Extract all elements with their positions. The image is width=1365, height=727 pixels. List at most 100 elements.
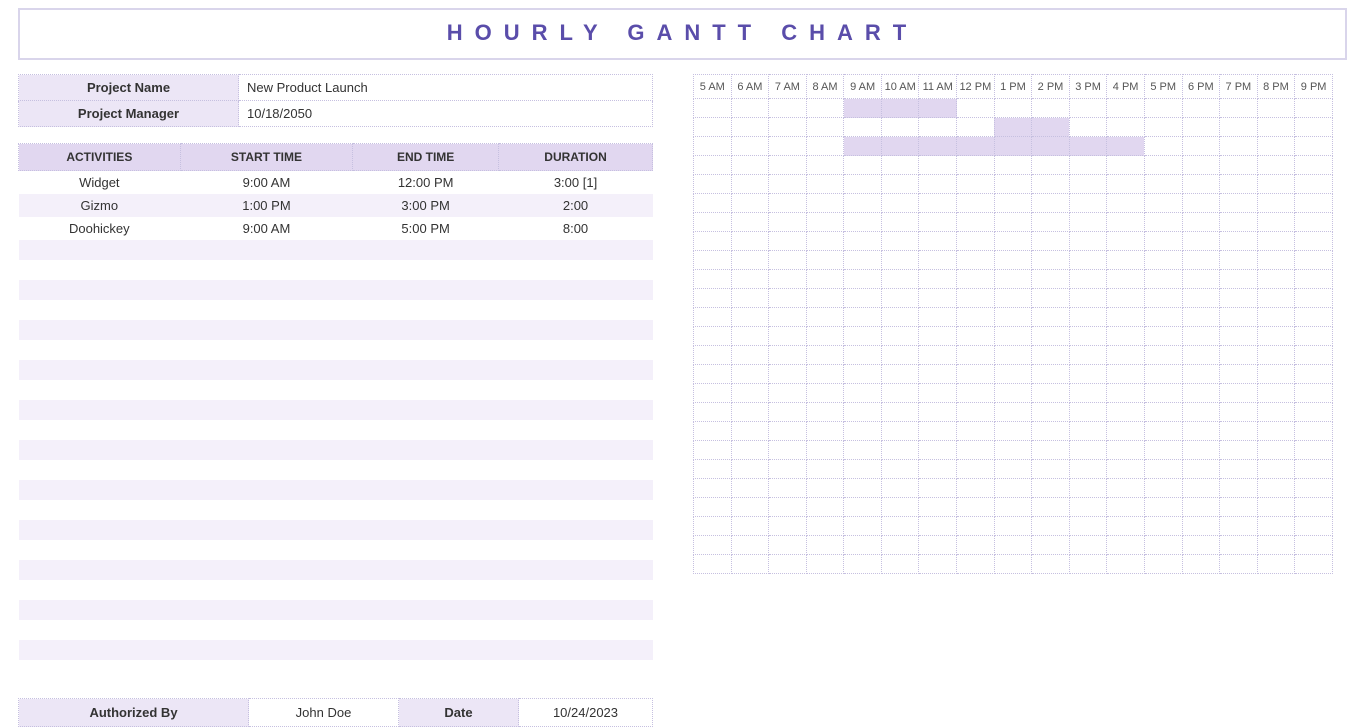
gantt-cell[interactable] bbox=[994, 460, 1032, 479]
gantt-cell[interactable] bbox=[919, 536, 957, 555]
gantt-cell[interactable] bbox=[919, 479, 957, 498]
gantt-cell[interactable] bbox=[919, 365, 957, 384]
activity-cell-end[interactable] bbox=[353, 640, 499, 660]
gantt-cell[interactable] bbox=[769, 384, 807, 403]
gantt-cell[interactable] bbox=[1295, 251, 1333, 270]
activity-cell-start[interactable] bbox=[180, 540, 353, 560]
gantt-cell[interactable] bbox=[994, 156, 1032, 175]
activity-cell-name[interactable] bbox=[19, 260, 181, 280]
gantt-cell[interactable] bbox=[994, 251, 1032, 270]
activity-cell-name[interactable]: Gizmo bbox=[19, 194, 181, 217]
gantt-cell[interactable] bbox=[1295, 327, 1333, 346]
gantt-cell[interactable] bbox=[1257, 498, 1295, 517]
gantt-cell[interactable] bbox=[1295, 270, 1333, 289]
gantt-cell[interactable] bbox=[731, 498, 769, 517]
gantt-cell[interactable] bbox=[957, 289, 995, 308]
gantt-cell[interactable] bbox=[769, 99, 807, 118]
gantt-cell[interactable] bbox=[1182, 270, 1220, 289]
gantt-cell[interactable] bbox=[731, 270, 769, 289]
gantt-cell[interactable] bbox=[919, 289, 957, 308]
activity-cell-duration[interactable] bbox=[499, 600, 653, 620]
gantt-cell[interactable] bbox=[769, 213, 807, 232]
activity-cell-end[interactable] bbox=[353, 420, 499, 440]
gantt-cell[interactable] bbox=[1107, 536, 1145, 555]
gantt-cell[interactable] bbox=[1069, 118, 1107, 137]
gantt-cell[interactable] bbox=[1295, 175, 1333, 194]
activity-cell-duration[interactable]: 3:00 [1] bbox=[499, 171, 653, 195]
activity-cell-start[interactable] bbox=[180, 620, 353, 640]
gantt-cell[interactable] bbox=[806, 137, 844, 156]
gantt-cell[interactable] bbox=[1295, 137, 1333, 156]
gantt-cell[interactable] bbox=[1257, 289, 1295, 308]
gantt-cell[interactable] bbox=[1220, 365, 1258, 384]
gantt-cell[interactable] bbox=[1069, 99, 1107, 118]
gantt-cell[interactable] bbox=[694, 441, 732, 460]
gantt-cell[interactable] bbox=[881, 498, 919, 517]
gantt-cell[interactable] bbox=[994, 403, 1032, 422]
gantt-cell[interactable] bbox=[919, 441, 957, 460]
gantt-cell[interactable] bbox=[844, 251, 882, 270]
gantt-cell[interactable] bbox=[1144, 118, 1182, 137]
gantt-cell[interactable] bbox=[806, 479, 844, 498]
gantt-cell[interactable] bbox=[1032, 270, 1070, 289]
gantt-cell[interactable] bbox=[994, 213, 1032, 232]
activity-cell-end[interactable]: 3:00 PM bbox=[353, 194, 499, 217]
activity-cell-end[interactable] bbox=[353, 400, 499, 420]
gantt-cell[interactable] bbox=[957, 327, 995, 346]
gantt-cell[interactable] bbox=[919, 384, 957, 403]
activity-cell-start[interactable] bbox=[180, 260, 353, 280]
gantt-cell[interactable] bbox=[1257, 232, 1295, 251]
gantt-cell[interactable] bbox=[769, 156, 807, 175]
activity-cell-name[interactable] bbox=[19, 580, 181, 600]
activity-cell-start[interactable]: 9:00 AM bbox=[180, 171, 353, 195]
gantt-cell[interactable] bbox=[731, 403, 769, 422]
gantt-cell[interactable] bbox=[919, 422, 957, 441]
gantt-cell[interactable] bbox=[1107, 327, 1145, 346]
gantt-cell[interactable] bbox=[1220, 536, 1258, 555]
gantt-cell[interactable] bbox=[694, 346, 732, 365]
gantt-cell[interactable] bbox=[806, 175, 844, 194]
gantt-cell[interactable] bbox=[1069, 156, 1107, 175]
gantt-cell[interactable] bbox=[1032, 213, 1070, 232]
gantt-cell[interactable] bbox=[1182, 498, 1220, 517]
gantt-cell[interactable] bbox=[1144, 289, 1182, 308]
gantt-cell[interactable] bbox=[881, 289, 919, 308]
gantt-cell[interactable] bbox=[1220, 270, 1258, 289]
gantt-cell[interactable] bbox=[1032, 156, 1070, 175]
gantt-cell[interactable] bbox=[1257, 441, 1295, 460]
gantt-cell[interactable] bbox=[1144, 308, 1182, 327]
gantt-cell[interactable] bbox=[844, 403, 882, 422]
gantt-cell[interactable] bbox=[1220, 517, 1258, 536]
gantt-cell[interactable] bbox=[769, 555, 807, 574]
gantt-cell[interactable] bbox=[1069, 498, 1107, 517]
gantt-cell[interactable] bbox=[1144, 498, 1182, 517]
gantt-cell[interactable] bbox=[1220, 422, 1258, 441]
gantt-cell[interactable] bbox=[994, 289, 1032, 308]
gantt-cell[interactable] bbox=[1107, 156, 1145, 175]
gantt-cell[interactable] bbox=[881, 441, 919, 460]
gantt-cell[interactable] bbox=[919, 175, 957, 194]
activity-cell-name[interactable] bbox=[19, 560, 181, 580]
gantt-cell[interactable] bbox=[1295, 479, 1333, 498]
activity-cell-duration[interactable] bbox=[499, 440, 653, 460]
gantt-cell[interactable] bbox=[694, 536, 732, 555]
activity-cell-end[interactable] bbox=[353, 460, 499, 480]
activity-cell-start[interactable] bbox=[180, 480, 353, 500]
gantt-cell[interactable] bbox=[881, 517, 919, 536]
gantt-cell[interactable] bbox=[957, 498, 995, 517]
activity-cell-start[interactable] bbox=[180, 580, 353, 600]
activity-cell-duration[interactable] bbox=[499, 400, 653, 420]
gantt-cell[interactable] bbox=[1295, 232, 1333, 251]
gantt-cell[interactable] bbox=[731, 175, 769, 194]
gantt-cell[interactable] bbox=[844, 213, 882, 232]
gantt-cell[interactable] bbox=[1295, 156, 1333, 175]
gantt-cell[interactable] bbox=[806, 422, 844, 441]
activity-cell-name[interactable]: Doohickey bbox=[19, 217, 181, 240]
gantt-cell[interactable] bbox=[844, 118, 882, 137]
gantt-cell[interactable] bbox=[1107, 289, 1145, 308]
gantt-cell[interactable] bbox=[1069, 251, 1107, 270]
gantt-cell[interactable] bbox=[731, 479, 769, 498]
gantt-cell[interactable] bbox=[1069, 403, 1107, 422]
gantt-cell[interactable] bbox=[1144, 213, 1182, 232]
gantt-cell[interactable] bbox=[806, 270, 844, 289]
